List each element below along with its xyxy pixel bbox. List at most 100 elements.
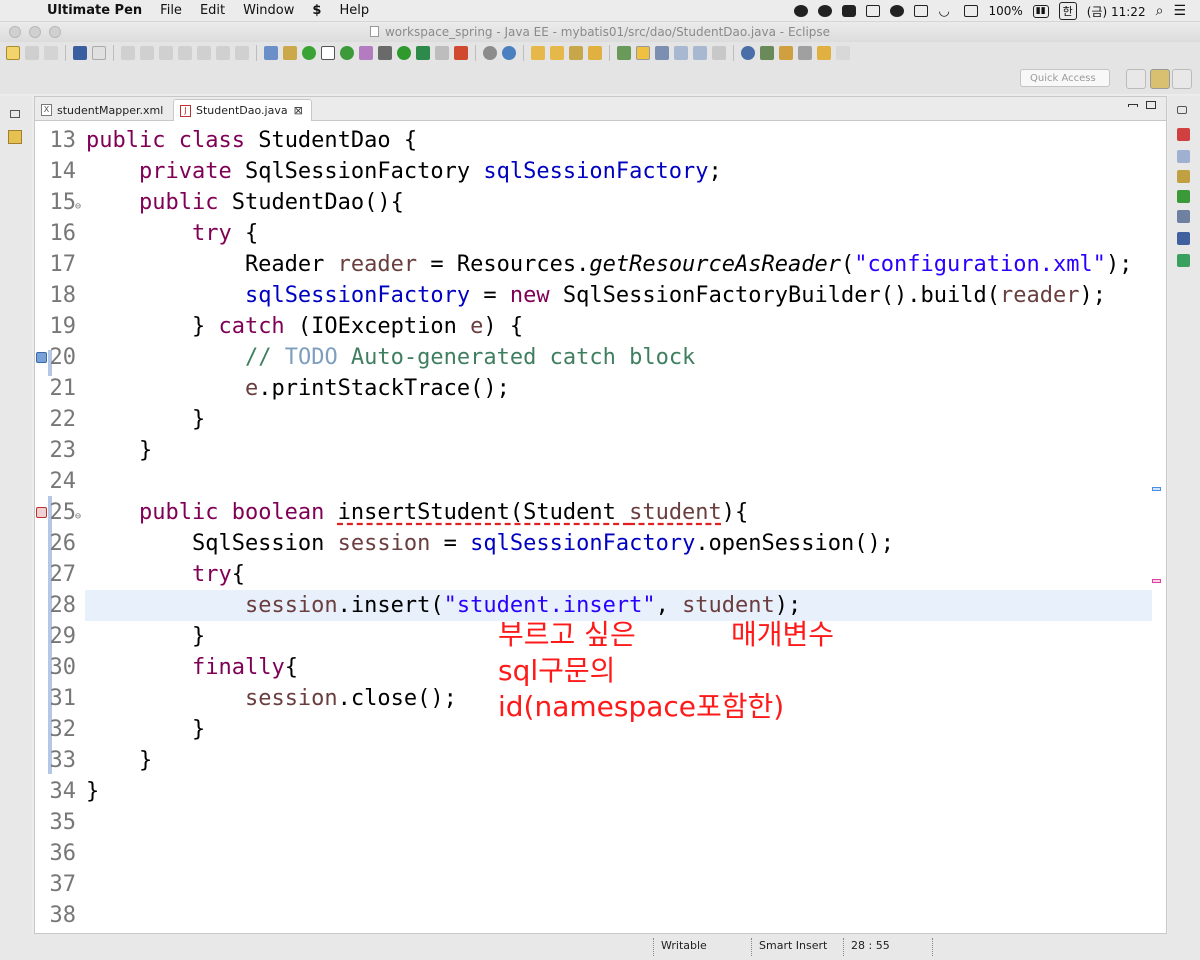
battery-icon[interactable]: ▮▮ <box>1032 4 1049 18</box>
disconnect-icon[interactable] <box>178 46 192 60</box>
maximize-icon[interactable] <box>1146 101 1156 109</box>
code-line[interactable]: 19 } catch (IOException e) { <box>35 311 1155 342</box>
save-icon[interactable] <box>25 46 39 60</box>
external-tools-icon[interactable] <box>435 46 449 60</box>
java-ee-perspective-icon[interactable] <box>1150 69 1170 89</box>
cloud-icon[interactable] <box>890 5 905 17</box>
new-package-icon[interactable] <box>483 46 497 60</box>
servers-view-icon[interactable] <box>1177 190 1190 203</box>
search-web-icon[interactable] <box>760 46 774 60</box>
suspend-icon[interactable] <box>140 46 154 60</box>
step-return-icon[interactable] <box>235 46 249 60</box>
open-perspective-icon[interactable] <box>1126 69 1146 89</box>
open-task-icon[interactable] <box>588 46 602 60</box>
overview-ruler-error-marker[interactable] <box>1152 579 1161 583</box>
data-source-icon[interactable] <box>1177 210 1190 223</box>
error-marker-icon[interactable] <box>36 507 47 518</box>
menu-window[interactable]: Window <box>234 3 303 18</box>
toggle-mark-icon[interactable] <box>712 46 726 60</box>
close-tab-icon[interactable]: ⊠ <box>294 104 303 117</box>
restore-icon[interactable] <box>1177 106 1187 114</box>
prev-annotation-icon[interactable] <box>798 46 812 60</box>
new-icon[interactable] <box>6 46 20 60</box>
search-icon[interactable] <box>569 46 583 60</box>
dropbox-icon[interactable] <box>794 5 809 17</box>
code-line[interactable]: 22 } <box>35 404 1155 435</box>
highlight-icon[interactable] <box>636 46 650 60</box>
app-menu[interactable]: Ultimate Pen <box>38 3 151 18</box>
code-line[interactable]: 13 public class StudentDao { <box>35 125 1155 156</box>
coverage-icon[interactable] <box>454 46 468 60</box>
annotation-icon[interactable] <box>283 46 297 60</box>
new-class-icon[interactable] <box>502 46 516 60</box>
block-selection-icon[interactable] <box>655 46 669 60</box>
wifi-icon[interactable]: ◡ <box>938 4 954 19</box>
web-browser-icon[interactable] <box>340 46 354 60</box>
run-icon[interactable] <box>397 46 411 60</box>
step-over-icon[interactable] <box>216 46 230 60</box>
status-insert-mode[interactable]: Smart Insert <box>759 939 827 952</box>
code-line[interactable]: 14 private SqlSessionFactory sqlSessionF… <box>35 156 1155 187</box>
git-perspective-icon[interactable] <box>1172 69 1192 89</box>
open-project-icon[interactable] <box>550 46 564 60</box>
code-line[interactable]: 35 <box>35 807 1155 838</box>
airplay-icon[interactable] <box>964 5 979 17</box>
d-status-icon[interactable] <box>866 5 881 17</box>
debug-icon[interactable] <box>378 46 392 60</box>
menu-help[interactable]: Help <box>330 3 378 18</box>
globe-icon[interactable] <box>741 46 755 60</box>
package-explorer-icon[interactable] <box>8 130 22 144</box>
code-line[interactable]: 20 // TODO Auto-generated catch block <box>35 342 1155 373</box>
new-server-icon[interactable] <box>359 46 373 60</box>
resume-icon[interactable] <box>121 46 135 60</box>
code-line[interactable]: 21 e.printStackTrace(); <box>35 373 1155 404</box>
code-line[interactable]: 36 <box>35 838 1155 869</box>
outline-view-icon[interactable] <box>1177 150 1190 163</box>
status-cursor-position[interactable]: 28 : 55 <box>851 939 890 952</box>
run-config-icon[interactable] <box>416 46 430 60</box>
task-list-icon[interactable] <box>1177 128 1190 141</box>
code-line[interactable]: 23 } <box>35 435 1155 466</box>
menu-edit[interactable]: Edit <box>191 3 234 18</box>
terminate-icon[interactable] <box>159 46 173 60</box>
chat-icon[interactable] <box>818 5 833 17</box>
step-into-icon[interactable] <box>197 46 211 60</box>
pin-icon[interactable] <box>617 46 631 60</box>
spotlight-icon[interactable]: ⌕ <box>1156 3 1164 19</box>
paragraph-icon[interactable] <box>693 46 707 60</box>
console-view-icon[interactable] <box>1177 232 1190 245</box>
next-annotation-icon[interactable] <box>779 46 793 60</box>
notification-center-icon[interactable]: ☰ <box>1173 3 1186 19</box>
code-editor[interactable]: 13 public class StudentDao {14 private Sq… <box>35 125 1166 933</box>
code-line[interactable]: 27 try{ <box>35 559 1155 590</box>
code-line[interactable]: 33 } <box>35 745 1155 776</box>
tab-student-dao-java[interactable]: J StudentDao.java ⊠ <box>173 99 312 121</box>
code-line[interactable]: 15 ⊖ public StudentDao(){ <box>35 187 1155 218</box>
code-line[interactable]: 38 <box>35 900 1155 931</box>
back-icon[interactable] <box>817 46 831 60</box>
quick-access-field[interactable]: Quick Access <box>1020 69 1110 87</box>
terminal-icon[interactable] <box>73 46 87 60</box>
code-line[interactable]: 17 Reader reader = Resources.getResource… <box>35 249 1155 280</box>
code-line[interactable]: 18 sqlSessionFactory = new SqlSessionFac… <box>35 280 1155 311</box>
code-line[interactable]: 26 SqlSession session = sqlSessionFactor… <box>35 528 1155 559</box>
forward-icon[interactable] <box>836 46 850 60</box>
window-status-icon[interactable] <box>914 5 929 17</box>
overview-ruler-marker[interactable] <box>1152 487 1161 491</box>
show-whitespace-icon[interactable] <box>674 46 688 60</box>
skip-breakpoints-icon[interactable] <box>92 46 106 60</box>
code-line[interactable]: 25 ⊖ public boolean insertStudent(Student… <box>35 497 1155 528</box>
open-folder-icon[interactable] <box>531 46 545 60</box>
code-line[interactable]: 24 <box>35 466 1155 497</box>
save-all-icon[interactable] <box>44 46 58 60</box>
palette-icon[interactable] <box>1177 170 1190 183</box>
code-line[interactable]: 34} <box>35 776 1155 807</box>
input-method-indicator[interactable]: 한 <box>1058 2 1077 20</box>
script-menu-icon[interactable]: $ <box>303 3 330 18</box>
minimize-icon[interactable] <box>1128 104 1138 107</box>
code-line[interactable]: 37 <box>35 869 1155 900</box>
server-start-icon[interactable] <box>302 46 316 60</box>
tab-student-mapper-xml[interactable]: X studentMapper.xml <box>35 99 171 121</box>
menu-file[interactable]: File <box>151 3 191 18</box>
app-status-icon[interactable] <box>842 5 857 17</box>
